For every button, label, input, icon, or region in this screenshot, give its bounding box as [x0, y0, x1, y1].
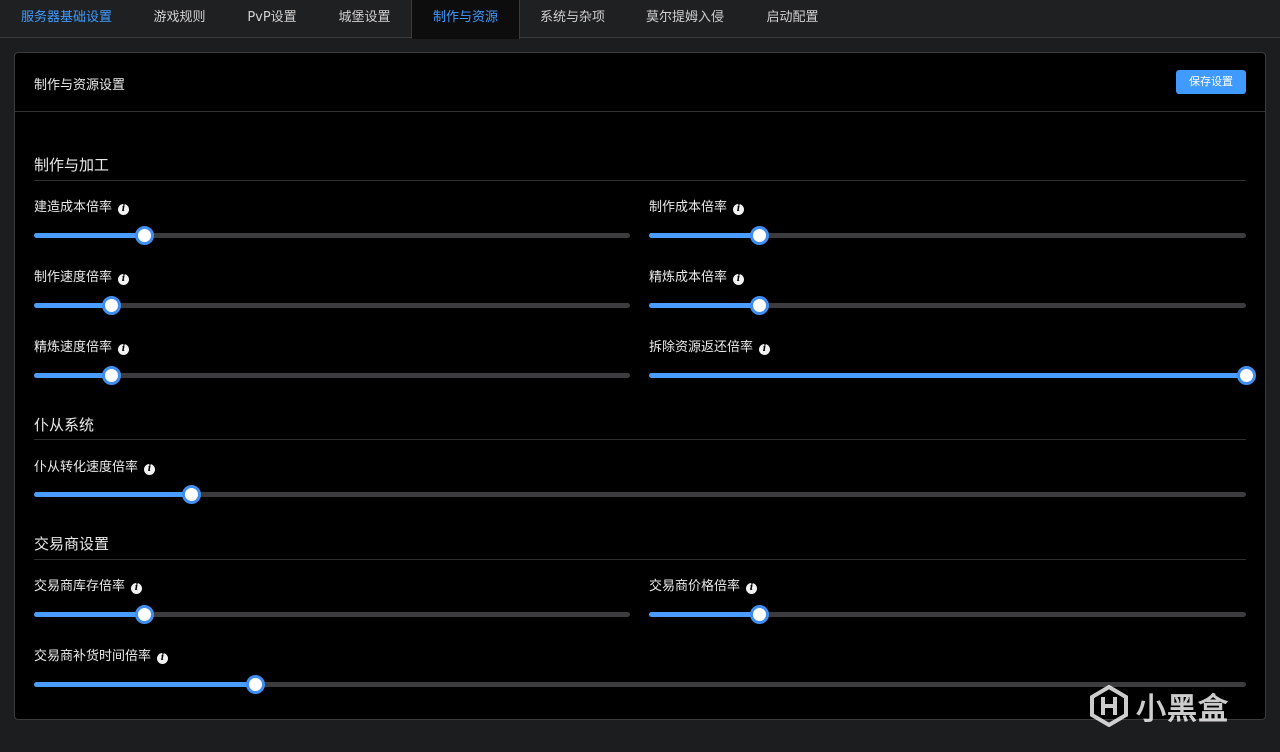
section-divider [34, 559, 1246, 560]
panel-header: 制作与资源设置 保存设置 [15, 53, 1265, 112]
slider-thumb[interactable] [749, 296, 769, 315]
section-title-servants: 仆从系统 [34, 416, 95, 434]
section-title-crafting: 制作与加工 [34, 156, 110, 174]
info-icon[interactable]: i [759, 344, 771, 355]
tab-system-misc[interactable]: 系统与杂项 [520, 0, 625, 38]
info-icon[interactable]: i [144, 464, 156, 475]
slider-track [34, 303, 630, 308]
slider-thumb[interactable] [134, 226, 154, 245]
heybox-logo-icon [1090, 685, 1128, 727]
slider-thumb[interactable] [101, 366, 121, 385]
slider-fill [34, 233, 145, 238]
slider-fill [649, 373, 1246, 378]
slider-fill [34, 682, 256, 687]
slider-track [34, 492, 1246, 497]
tab-server-basic[interactable]: 服务器基础设置 [0, 0, 133, 38]
section-divider [34, 180, 1246, 181]
slider-fill [34, 492, 192, 497]
section-title-merchants: 交易商设置 [34, 535, 110, 553]
tab-crafting-resources[interactable]: 制作与资源 [411, 0, 520, 39]
slider-servant-convert[interactable] [34, 484, 1246, 504]
field-label-servant-convert: 仆从转化速度倍率 i [34, 456, 156, 475]
tab-mortium-invasion[interactable]: 莫尔提姆入侵 [625, 0, 745, 38]
slider-refine-cost[interactable] [649, 295, 1246, 315]
tab-game-rules[interactable]: 游戏规则 [133, 0, 226, 38]
info-icon[interactable]: i [746, 583, 758, 594]
watermark: 小黑盒 [1088, 685, 1229, 727]
slider-thumb[interactable] [1236, 366, 1256, 385]
slider-merchant-stock[interactable] [34, 604, 630, 624]
info-icon[interactable]: i [131, 583, 143, 594]
slider-fill [649, 233, 760, 238]
info-icon[interactable]: i [118, 274, 130, 285]
panel-title: 制作与资源设置 [34, 78, 126, 93]
slider-fill [34, 303, 112, 308]
slider-refine-speed[interactable] [34, 365, 630, 385]
tab-bar: 服务器基础设置 游戏规则 PvP设置 城堡设置 制作与资源 系统与杂项 莫尔提姆… [0, 0, 1280, 39]
info-icon[interactable]: i [118, 344, 130, 355]
save-settings-button[interactable]: 保存设置 [1176, 70, 1246, 94]
slider-thumb[interactable] [749, 605, 769, 624]
info-icon[interactable]: i [733, 274, 745, 285]
slider-thumb[interactable] [182, 485, 202, 504]
field-label-refine-speed: 精炼速度倍率 i [34, 336, 130, 355]
slider-craft-speed[interactable] [34, 295, 630, 315]
field-label-craft-cost: 制作成本倍率 i [649, 196, 745, 215]
slider-dismantle-return[interactable] [649, 365, 1256, 385]
settings-panel: 制作与资源设置 保存设置 制作与加工 建造成本倍率 i 制作成本倍率 i 制作速度倍… [14, 52, 1266, 720]
info-icon[interactable]: i [733, 204, 745, 215]
slider-track [34, 373, 630, 378]
field-label-dismantle-return: 拆除资源返还倍率 i [649, 336, 771, 355]
slider-fill [34, 612, 145, 617]
slider-thumb[interactable] [246, 675, 266, 694]
section-divider [34, 439, 1246, 440]
info-icon[interactable]: i [157, 653, 169, 664]
field-label-craft-speed: 制作速度倍率 i [34, 266, 130, 285]
field-label-build-cost: 建造成本倍率 i [34, 196, 130, 215]
field-label-merchant-price: 交易商价格倍率 i [649, 575, 758, 594]
info-icon[interactable]: i [118, 204, 130, 215]
field-label-refine-cost: 精炼成本倍率 i [649, 266, 745, 285]
slider-fill [34, 373, 112, 378]
tab-pvp-settings[interactable]: PvP设置 [226, 0, 318, 38]
watermark-text: 小黑盒 [1136, 692, 1229, 727]
slider-fill [649, 612, 760, 617]
slider-build-cost[interactable] [34, 225, 630, 245]
field-label-merchant-restock: 交易商补货时间倍率 i [34, 645, 169, 664]
slider-fill [649, 303, 760, 308]
slider-merchant-restock[interactable] [34, 674, 1246, 694]
slider-thumb[interactable] [101, 296, 121, 315]
slider-thumb[interactable] [134, 605, 154, 624]
slider-merchant-price[interactable] [649, 604, 1246, 624]
tab-launch-config[interactable]: 启动配置 [745, 0, 840, 38]
field-label-merchant-stock: 交易商库存倍率 i [34, 575, 143, 594]
slider-thumb[interactable] [749, 226, 769, 245]
tab-castle-settings[interactable]: 城堡设置 [318, 0, 411, 38]
slider-craft-cost[interactable] [649, 225, 1246, 245]
